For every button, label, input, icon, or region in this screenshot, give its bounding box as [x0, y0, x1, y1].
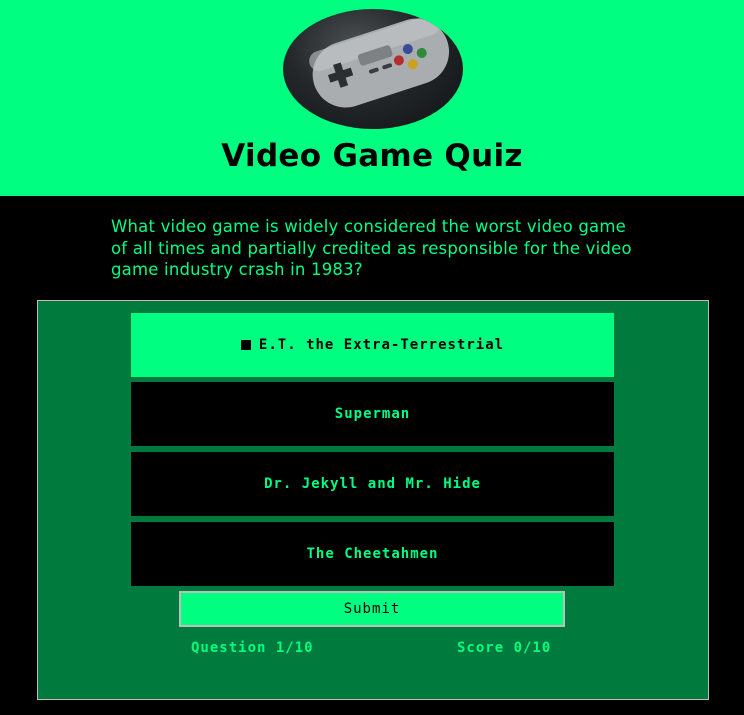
answer-option-label: E.T. the Extra-Terrestrial	[258, 337, 505, 353]
question-progress: Question 1/10	[191, 640, 314, 656]
quiz-header: Video Game Quiz	[0, 0, 744, 196]
answer-option-label: Dr. Jekyll and Mr. Hide	[264, 476, 481, 492]
answer-option-label: Superman	[334, 406, 411, 422]
answer-option-4[interactable]: The Cheetahmen	[131, 522, 614, 586]
selection-cursor-icon	[240, 340, 251, 350]
answer-option-2[interactable]: Superman	[131, 382, 614, 446]
answer-panel: E.T. the Extra-Terrestrial Superman Dr. …	[37, 300, 709, 700]
gamepad-logo-icon	[283, 9, 463, 129]
answer-option-label: The Cheetahmen	[306, 546, 439, 562]
submit-button[interactable]: Submit	[179, 591, 565, 627]
question-text: What video game is widely considered the…	[111, 217, 632, 279]
answer-option-1[interactable]: E.T. the Extra-Terrestrial	[131, 313, 614, 377]
score-display: Score 0/10	[457, 640, 552, 656]
page-title: Video Game Quiz	[221, 138, 523, 174]
answer-option-3[interactable]: Dr. Jekyll and Mr. Hide	[131, 452, 614, 516]
